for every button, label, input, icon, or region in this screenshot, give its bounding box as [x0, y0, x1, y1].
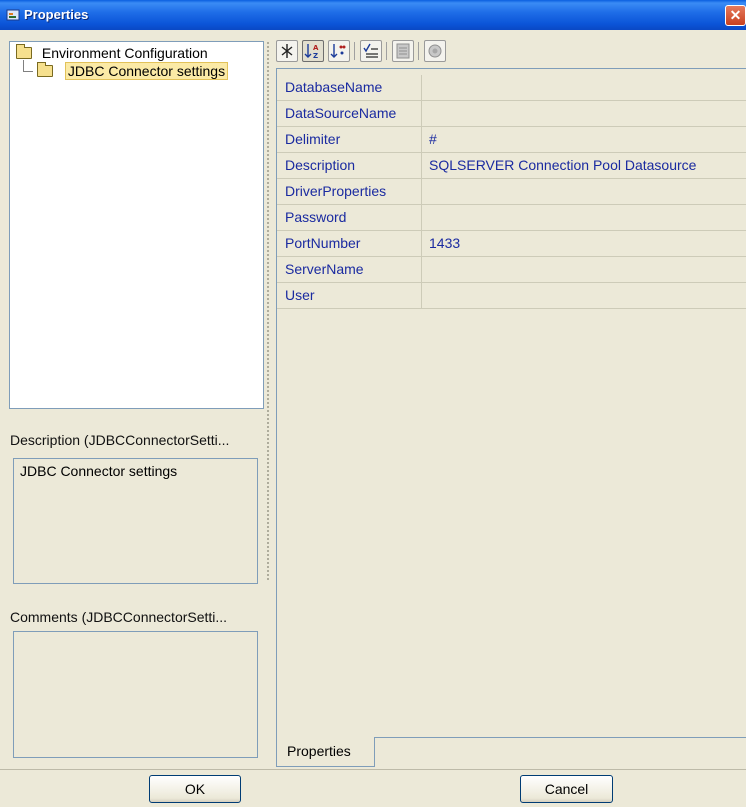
property-row-servername[interactable]: ServerName: [277, 257, 746, 283]
description-text[interactable]: JDBC Connector settings: [13, 458, 258, 584]
description-label: Description (JDBCConnectorSetti...: [10, 432, 230, 448]
property-row-delimiter[interactable]: Delimiter #: [277, 127, 746, 153]
property-name: Password: [277, 205, 422, 230]
toolbar-separator: [354, 42, 355, 60]
property-name: User: [277, 283, 422, 308]
property-name: Delimiter: [277, 127, 422, 152]
svg-text:A: A: [313, 44, 319, 52]
property-value[interactable]: 1433: [423, 231, 746, 256]
property-name: DriverProperties: [277, 179, 422, 204]
app-icon: [6, 9, 20, 21]
categorize-icon: [281, 44, 293, 58]
tree-item-label: JDBC Connector settings: [64, 62, 229, 80]
sort-alpha-icon: A Z: [304, 44, 319, 60]
property-name: ServerName: [277, 257, 422, 282]
comments-text[interactable]: [13, 631, 258, 758]
property-value[interactable]: [423, 101, 746, 126]
checklist-button[interactable]: [360, 40, 382, 62]
property-row-datasourcename[interactable]: DataSourceName: [277, 101, 746, 127]
property-row-password[interactable]: Password: [277, 205, 746, 231]
tab-properties[interactable]: Properties: [276, 737, 375, 767]
splitter-handle[interactable]: [266, 41, 270, 581]
property-value[interactable]: [423, 283, 746, 308]
sort-reverse-icon: [330, 44, 346, 58]
svg-text:Z: Z: [313, 52, 318, 60]
property-row-user[interactable]: User: [277, 283, 746, 309]
close-button[interactable]: ✕: [725, 5, 746, 26]
property-name: PortNumber: [277, 231, 422, 256]
window-title: Properties: [24, 7, 89, 22]
button-bar-divider: [0, 769, 746, 770]
property-row-description[interactable]: Description SQLSERVER Connection Pool Da…: [277, 153, 746, 179]
property-value[interactable]: [423, 179, 746, 204]
tree-item-label: Environment Configuration: [41, 45, 208, 61]
property-sheet: DatabaseName DataSourceName Delimiter # …: [276, 68, 746, 738]
toolbar-separator: [386, 42, 387, 60]
property-value[interactable]: SQLSERVER Connection Pool Datasource: [423, 153, 746, 178]
pages-icon: [396, 43, 410, 59]
title-bar[interactable]: Properties ✕: [0, 0, 746, 30]
property-name: DataSourceName: [277, 101, 422, 126]
folder-icon: [37, 62, 53, 77]
property-value[interactable]: [423, 205, 746, 230]
help-icon: [428, 44, 442, 58]
folder-icon: [16, 44, 32, 59]
properties-dialog: Properties ✕ Environment Configuration J…: [0, 0, 746, 807]
property-value[interactable]: [423, 75, 746, 100]
tab-strip-divider: [375, 737, 746, 738]
property-row-portnumber[interactable]: PortNumber 1433: [277, 231, 746, 257]
property-row-driverproperties[interactable]: DriverProperties: [277, 179, 746, 205]
sort-reverse-button[interactable]: [328, 40, 350, 62]
help-button[interactable]: [424, 40, 446, 62]
property-value[interactable]: #: [423, 127, 746, 152]
tree-view[interactable]: Environment Configuration JDBC Connector…: [9, 41, 264, 409]
tree-item-jdbc-connector-settings[interactable]: JDBC Connector settings: [37, 62, 229, 81]
sort-alphabetical-button[interactable]: A Z: [302, 40, 324, 62]
ok-button[interactable]: OK: [149, 775, 241, 803]
comments-label: Comments (JDBCConnectorSetti...: [10, 609, 228, 625]
categorize-button[interactable]: [276, 40, 298, 62]
property-name: DatabaseName: [277, 75, 422, 100]
toolbar-separator: [418, 42, 419, 60]
tree-connector-line: [23, 60, 33, 72]
pages-button[interactable]: [392, 40, 414, 62]
property-row-databasename[interactable]: DatabaseName: [277, 75, 746, 101]
property-value[interactable]: [423, 257, 746, 282]
tree-item-environment-configuration[interactable]: Environment Configuration: [16, 44, 208, 63]
property-name: Description: [277, 153, 422, 178]
checklist-icon: [363, 43, 378, 58]
cancel-button[interactable]: Cancel: [520, 775, 613, 803]
